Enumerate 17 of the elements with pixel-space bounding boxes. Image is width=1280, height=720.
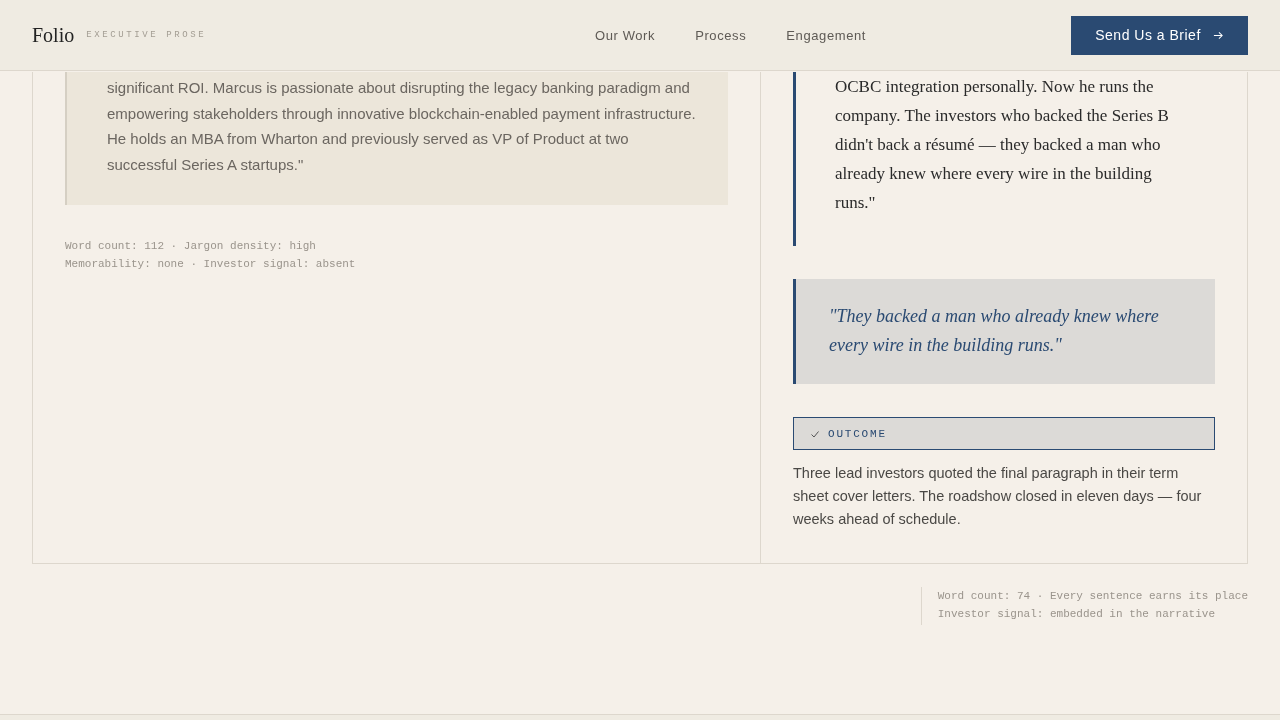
nav-link[interactable]: Our Work [594,27,656,43]
send-brief-button[interactable]: Send Us a Brief [1071,15,1248,55]
outcome-text: Three lead investors quoted the final paragraph in their term sheet cover letters. The roadshow closed in eleven days — four weeks ahead of schedule. [793,464,1203,529]
meta-line: Memorability: none · Investor signal: absent [65,257,357,272]
meta-line: Investor signal: embedded in the narrative [937,607,1216,622]
meta-line: Word count: 74 · Every sentence earns its place [937,589,1248,604]
nav-link[interactable]: Engagement [786,27,867,43]
logo[interactable]: Folio [32,23,75,47]
quote-text: OCBC integration personally. Now he runs the company. The investors who backed the Series B didn't back a résumé — they backed a man who already knew where every wire in the building runs." [835,76,1170,214]
meta-line: Word count: 112 · Jargon density: high [65,239,317,254]
outcome-label: OUTCOME [828,427,887,440]
tagline: EXECUTIVE PROSE [86,30,207,40]
pull-quote: "They backed a man who already knew where every wire in the building runs." [829,305,1160,357]
check-icon [810,428,820,439]
arrow-right-icon [1212,29,1224,41]
nav-link[interactable]: Process [695,27,747,43]
quote-text: significant ROI. Marcus is passionate about disrupting the legacy banking paradigm and empowering stakeholders through innovative blockchain-enabled payment infrastructure. He holds an MBA from Wharton and previously served as VP of Product at two successful Series A startups." [107,78,696,175]
